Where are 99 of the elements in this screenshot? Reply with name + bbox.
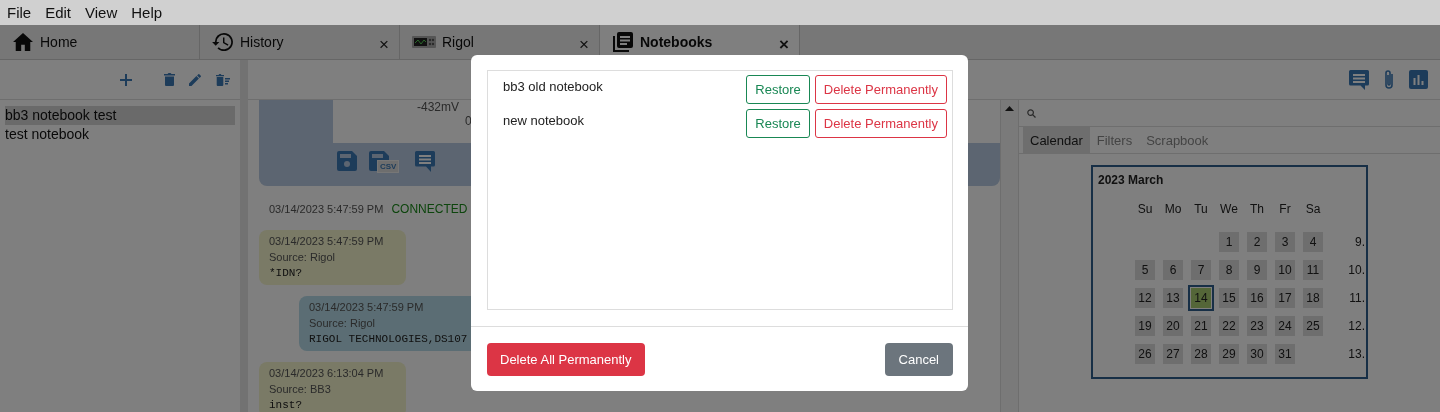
delete-all-button[interactable]: Delete All Permanently <box>487 343 645 376</box>
timestamp: 03/14/2023 5:47:59 PM <box>269 203 384 215</box>
week-number: 9. <box>1354 234 1365 251</box>
menu-item[interactable]: Help <box>130 4 164 21</box>
close-tab-button[interactable]: × <box>379 35 389 53</box>
notebooks-icon <box>612 31 634 53</box>
calendar-day[interactable]: 1 <box>1219 232 1239 252</box>
tab-label: Notebooks <box>640 34 714 50</box>
message-source: Source: BB3 <box>269 382 332 397</box>
calendar-day[interactable]: 17 <box>1275 288 1295 308</box>
calendar-day[interactable]: 30 <box>1247 344 1267 364</box>
notebook-item[interactable]: test notebook <box>5 125 235 144</box>
notebook-name: new notebook <box>503 113 585 128</box>
chart-icon[interactable] <box>1409 70 1428 89</box>
weekday-label: Sa <box>1304 201 1322 218</box>
timestamp: 03/14/2023 6:13:04 PM <box>269 366 385 381</box>
calendar-day[interactable]: 20 <box>1163 316 1183 336</box>
delete-permanently-button[interactable]: Delete Permanently <box>814 75 947 104</box>
delete-icon[interactable] <box>164 73 175 86</box>
calendar-day[interactable]: 4 <box>1303 232 1323 252</box>
calendar-day[interactable]: 23 <box>1247 316 1267 336</box>
calendar-day[interactable]: 28 <box>1191 344 1211 364</box>
connection-status: CONNECTED <box>391 202 468 216</box>
menu-item[interactable]: File <box>6 4 33 21</box>
notebook-name: bb3 old notebook <box>503 79 604 94</box>
calendar-day[interactable]: 8 <box>1219 260 1239 280</box>
calendar-day[interactable]: 9 <box>1247 260 1267 280</box>
message-source: Source: Rigol <box>309 316 377 331</box>
save-icon[interactable] <box>337 151 357 171</box>
weekday-label: Fr <box>1278 201 1292 218</box>
calendar-title: 2023 March <box>1098 173 1165 187</box>
scroll-up-icon[interactable] <box>1005 106 1014 111</box>
delete-permanently-button[interactable]: Delete Permanently <box>814 109 947 138</box>
notebook-item[interactable]: bb3 notebook test <box>5 106 235 125</box>
menu-item[interactable]: View <box>84 4 119 21</box>
comment-icon[interactable] <box>415 151 435 172</box>
week-number: 11. <box>1348 290 1365 307</box>
tab[interactable]: Home <box>0 25 200 59</box>
calendar-day[interactable]: 7 <box>1191 260 1211 280</box>
calendar-day[interactable]: 14 <box>1191 288 1211 308</box>
calendar-day[interactable]: 24 <box>1275 316 1295 336</box>
oscilloscope-icon <box>412 35 436 49</box>
weekday-label: We <box>1219 201 1239 218</box>
calendar-day[interactable]: 26 <box>1135 344 1155 364</box>
calendar-day[interactable]: 5 <box>1135 260 1155 280</box>
calendar-day[interactable]: 13 <box>1163 288 1183 308</box>
calendar-day[interactable]: 15 <box>1219 288 1239 308</box>
calendar-day[interactable]: 12 <box>1135 288 1155 308</box>
calendar-day[interactable]: 25 <box>1303 316 1323 336</box>
calendar-day[interactable]: 16 <box>1247 288 1267 308</box>
week-number: 13. <box>1347 346 1365 363</box>
comment-icon[interactable] <box>1349 69 1369 90</box>
calendar-day[interactable]: 3 <box>1275 232 1295 252</box>
axis-label: 0 <box>465 114 472 128</box>
weekday-label: Mo <box>1163 201 1183 218</box>
tab-label: Home <box>40 34 79 50</box>
message-source: Source: Rigol <box>269 250 337 265</box>
calendar-day[interactable]: 22 <box>1219 316 1239 336</box>
week-number: 10. <box>1347 262 1365 279</box>
tab-label: History <box>240 34 285 50</box>
calendar-day[interactable]: 27 <box>1163 344 1183 364</box>
timestamp: 03/14/2023 5:47:59 PM <box>309 300 425 315</box>
message-text: inst? <box>269 398 303 412</box>
restore-button[interactable]: Restore <box>746 75 810 104</box>
calendar-day[interactable]: 31 <box>1275 344 1295 364</box>
restore-button[interactable]: Restore <box>746 109 810 138</box>
tab[interactable]: History × <box>200 25 400 59</box>
search-icon <box>1027 108 1036 118</box>
calendar-day[interactable]: 6 <box>1163 260 1183 280</box>
home-icon <box>12 32 34 52</box>
calendar-day[interactable]: 19 <box>1135 316 1155 336</box>
calendar-day[interactable]: 11 <box>1303 260 1323 280</box>
message-text: *IDN? <box>269 266 303 281</box>
panel-tab[interactable]: Filters <box>1089 127 1140 153</box>
calendar-day[interactable]: 21 <box>1191 316 1211 336</box>
menu-item[interactable]: Edit <box>44 4 73 21</box>
history-icon <box>212 32 234 52</box>
export-csv-button[interactable]: CSV <box>369 151 403 175</box>
weekday-label: Tu <box>1193 201 1209 218</box>
calendar-day[interactable]: 10 <box>1275 260 1295 280</box>
message-text: RIGOL TECHNOLOGIES,DS107 <box>309 332 469 347</box>
cancel-button[interactable]: Cancel <box>884 343 953 376</box>
panel-tab[interactable]: Calendar <box>1023 127 1090 153</box>
axis-label: -432mV <box>417 100 460 114</box>
edit-icon[interactable] <box>189 73 202 86</box>
panel-tab[interactable]: Scrapbook <box>1139 127 1216 153</box>
close-tab-button[interactable]: × <box>579 35 589 53</box>
timestamp: 03/14/2023 5:47:59 PM <box>269 234 385 249</box>
week-number: 12. <box>1347 318 1365 335</box>
tab-label: Rigol <box>442 34 475 50</box>
delete-list-icon[interactable] <box>216 73 230 86</box>
close-tab-button[interactable]: × <box>779 35 789 53</box>
paperclip-icon[interactable] <box>1383 68 1395 91</box>
weekday-label: Su <box>1136 201 1154 218</box>
calendar-day[interactable]: 29 <box>1219 344 1239 364</box>
calendar-day[interactable]: 2 <box>1247 232 1267 252</box>
calendar-day[interactable]: 18 <box>1303 288 1323 308</box>
weekday-label: Th <box>1249 201 1265 218</box>
add-icon[interactable] <box>120 73 132 86</box>
